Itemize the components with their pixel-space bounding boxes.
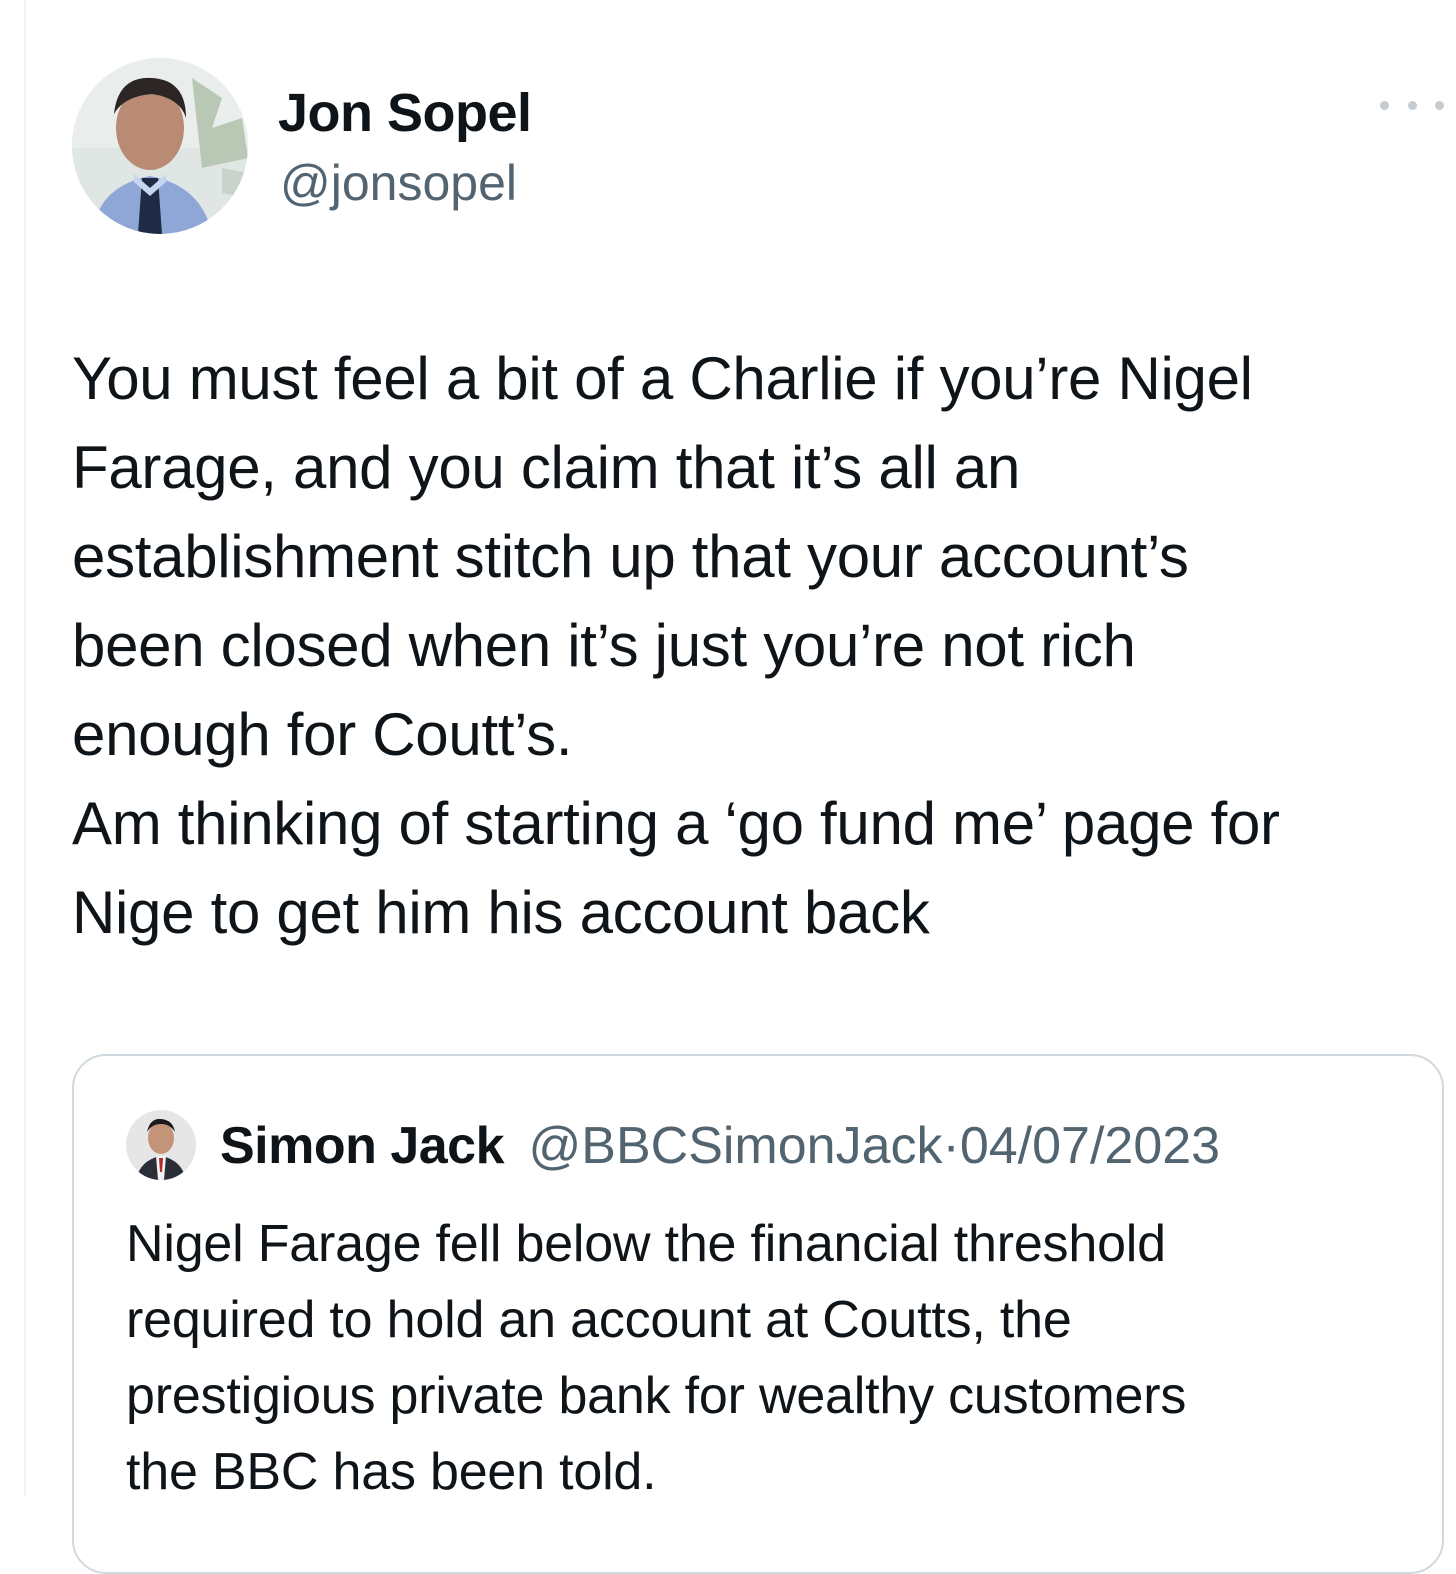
- quoted-tweet-date[interactable]: 04/07/2023: [960, 1117, 1220, 1175]
- quoted-author-display-name[interactable]: Simon Jack: [220, 1117, 505, 1175]
- tweet-text-line: You must feel a bit of a Charlie if you’…: [72, 345, 1253, 412]
- author-avatar[interactable]: [72, 58, 248, 234]
- tweet-text: You must feel a bit of a Charlie if you’…: [72, 334, 1452, 957]
- tweet-text-line: been closed when it’s just you’re not ri…: [72, 612, 1136, 679]
- tweet-text-line: enough for Coutt’s.: [72, 701, 573, 768]
- tweet[interactable]: Jon Sopel @jonsopel You must feel a bit …: [0, 0, 1456, 1574]
- quoted-text-line: Nigel Farage fell below the financial th…: [126, 1215, 1166, 1273]
- quoted-tweet-header: Simon Jack @BBCSimonJack·04/07/2023: [220, 1116, 1220, 1176]
- tweet-text-line: Farage, and you claim that it’s all an: [72, 434, 1021, 501]
- more-options-icon[interactable]: [1380, 88, 1444, 122]
- quoted-text-line: the BBC has been told.: [126, 1443, 657, 1501]
- quoted-author-avatar[interactable]: [126, 1110, 196, 1180]
- tweet-text-line: establishment stitch up that your accoun…: [72, 523, 1189, 590]
- more-dot: [1380, 100, 1389, 110]
- author-display-name[interactable]: Jon Sopel: [278, 82, 532, 144]
- author-handle[interactable]: @jonsopel: [280, 154, 517, 212]
- quoted-tweet-text: Nigel Farage fell below the financial th…: [126, 1206, 1426, 1510]
- quoted-author-handle[interactable]: @BBCSimonJack: [528, 1117, 942, 1175]
- more-dot: [1435, 100, 1444, 110]
- quoted-tweet-card[interactable]: Simon Jack @BBCSimonJack·04/07/2023 Nige…: [72, 1054, 1444, 1574]
- header-separator: ·: [942, 1117, 960, 1175]
- quoted-text-line: required to hold an account at Coutts, t…: [126, 1291, 1072, 1349]
- tweet-text-line: Nige to get him his account back: [72, 879, 930, 946]
- tweet-text-line: Am thinking of starting a ‘go fund me’ p…: [72, 790, 1280, 857]
- quoted-text-line: prestigious private bank for wealthy cus…: [126, 1367, 1187, 1425]
- more-dot: [1407, 100, 1417, 110]
